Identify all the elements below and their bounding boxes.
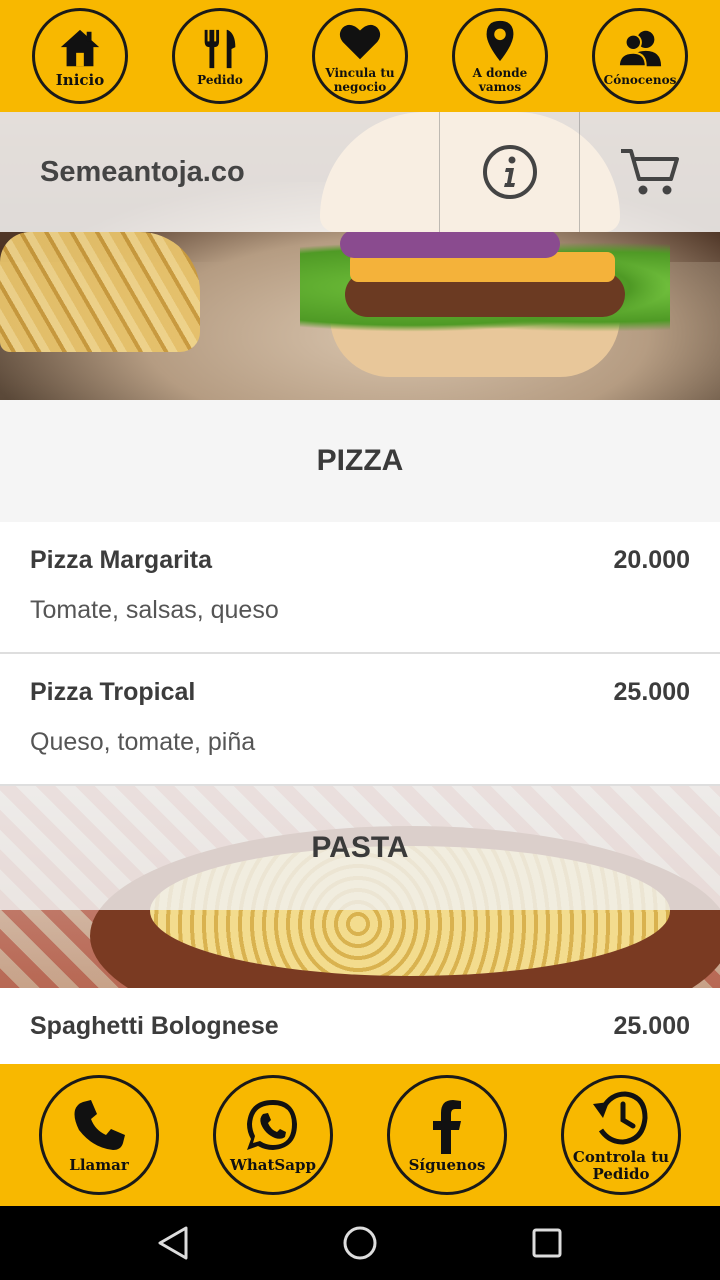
nav-vincula-label: Vincula tu negocio: [325, 65, 395, 94]
track-order-label: Controla tu Pedido: [572, 1147, 670, 1183]
home-circle-icon: [343, 1226, 377, 1260]
menu-item-pizza-margarita[interactable]: Pizza Margarita 20.000 Tomate, salsas, q…: [0, 522, 720, 654]
call-button[interactable]: Llamar: [39, 1075, 159, 1195]
home-icon: [60, 29, 100, 66]
brand-title: Semeantoja.co: [0, 112, 440, 232]
back-button[interactable]: [143, 1213, 203, 1273]
item-description: Queso, tomate, piña: [30, 728, 256, 756]
item-description: Tomate, salsas, queso: [30, 596, 279, 624]
map-pin-icon: [486, 20, 514, 61]
back-triangle-icon: [158, 1226, 188, 1260]
nav-pedido-button[interactable]: Pedido: [172, 8, 268, 104]
recents-square-icon: [532, 1228, 562, 1258]
section-title-pasta: PASTA: [0, 786, 720, 910]
facebook-label: Síguenos: [408, 1156, 486, 1174]
whatsapp-label: WhatSapp: [230, 1156, 316, 1174]
nav-a-donde-button[interactable]: A donde vamos: [452, 8, 548, 104]
users-icon: [617, 30, 662, 67]
facebook-icon: [433, 1100, 461, 1154]
system-nav-bar: [0, 1206, 720, 1280]
cutlery-icon: [204, 29, 236, 68]
cart-icon: [621, 149, 679, 195]
nav-conocenos-button[interactable]: Cónocenos: [592, 8, 688, 104]
pasta-banner: PASTA: [0, 786, 720, 988]
header-bar: Semeantoja.co: [0, 112, 720, 232]
facebook-button[interactable]: Síguenos: [387, 1075, 507, 1195]
recents-button[interactable]: [517, 1213, 577, 1273]
heart-icon: [339, 24, 381, 59]
hero-banner: Semeantoja.co: [0, 112, 720, 400]
nav-inicio-button[interactable]: Inicio: [32, 8, 128, 104]
section-title-pizza: PIZZA: [0, 400, 720, 522]
nav-a-donde-label: A donde vamos: [472, 65, 528, 94]
cart-button[interactable]: [580, 112, 720, 232]
menu-item-pizza-tropical[interactable]: Pizza Tropical 25.000 Queso, tomate, piñ…: [0, 654, 720, 786]
whatsapp-button[interactable]: WhatSapp: [213, 1075, 333, 1195]
item-price: 20.000: [613, 546, 690, 574]
track-order-button[interactable]: Controla tu Pedido: [561, 1075, 681, 1195]
top-nav: Inicio Pedido Vincula tu negocio A donde…: [0, 0, 720, 112]
item-price: 25.000: [613, 678, 690, 706]
fries-image: [0, 232, 200, 352]
nav-inicio-label: Inicio: [55, 70, 105, 89]
phone-icon: [74, 1100, 125, 1150]
item-price: 25.000: [613, 1012, 690, 1040]
nav-conocenos-label: Cónocenos: [603, 72, 677, 87]
item-name: Spaghetti Bolognese: [30, 1012, 279, 1040]
call-label: Llamar: [69, 1156, 129, 1174]
info-button[interactable]: [440, 112, 580, 232]
home-button[interactable]: [330, 1213, 390, 1273]
bottom-nav: Llamar WhatSapp Síguenos Controla tu Ped…: [0, 1064, 720, 1206]
history-clock-icon: [593, 1090, 648, 1145]
whatsapp-icon: [247, 1100, 297, 1150]
info-icon: [482, 145, 537, 199]
item-name: Pizza Tropical: [30, 678, 196, 706]
nav-vincula-button[interactable]: Vincula tu negocio: [312, 8, 408, 104]
item-name: Pizza Margarita: [30, 546, 213, 574]
nav-pedido-label: Pedido: [197, 72, 243, 87]
